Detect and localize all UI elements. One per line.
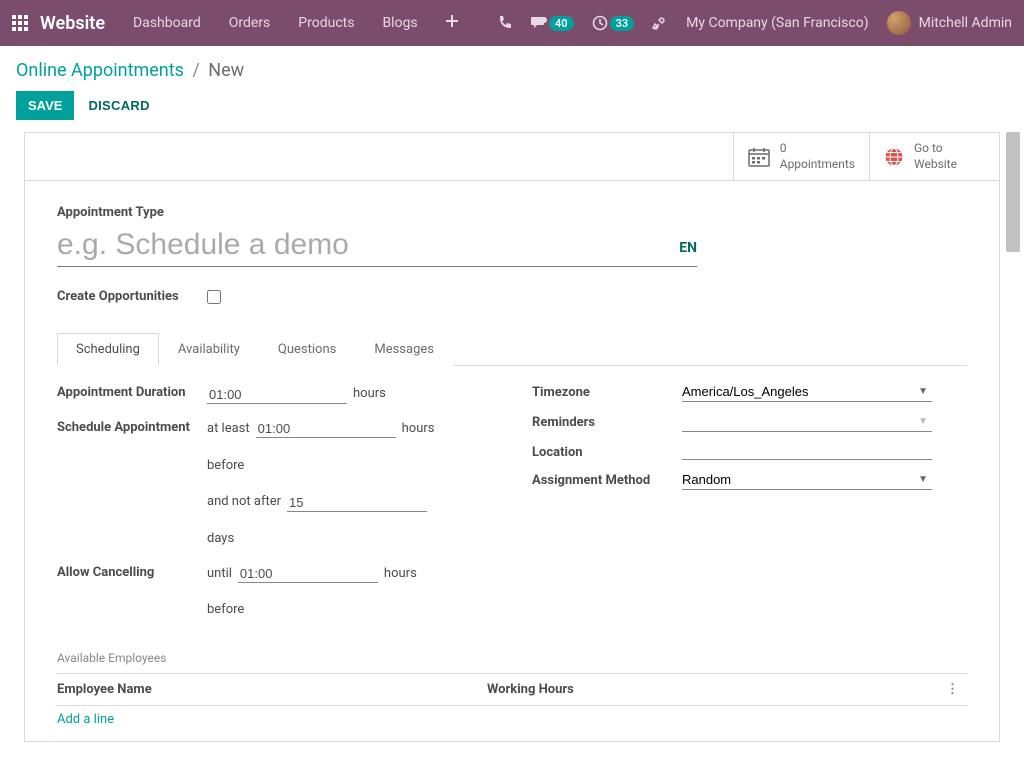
create-opportunities-label: Create Opportunities: [57, 289, 179, 304]
stat-label: Appointments: [780, 157, 855, 173]
user-name: Mitchell Admin: [919, 15, 1012, 31]
available-employees-section: Available Employees: [57, 651, 967, 665]
nav: Dashboard Orders Products Blogs: [133, 15, 458, 31]
timezone-label: Timezone: [532, 382, 682, 400]
goto-l2: Website: [914, 157, 957, 173]
sched-before: before: [207, 454, 244, 479]
breadcrumb-parent[interactable]: Online Appointments: [16, 60, 184, 81]
nav-dashboard[interactable]: Dashboard: [133, 15, 201, 31]
globe-icon: [884, 147, 904, 167]
add-line-link[interactable]: Add a line: [57, 706, 967, 733]
phone-icon[interactable]: [497, 15, 513, 31]
apps-icon[interactable]: [12, 15, 28, 31]
stat-bar: 0 Appointments Go to Website: [25, 133, 999, 181]
messages-count: 40: [549, 16, 574, 31]
duration-unit: hours: [353, 382, 386, 407]
chevron-down-icon[interactable]: ▼: [914, 470, 932, 489]
discard-button[interactable]: DISCARD: [88, 98, 149, 113]
messages-icon[interactable]: 40: [531, 16, 574, 31]
stat-count: 0: [780, 141, 855, 157]
col-working-hours: Working Hours: [487, 682, 938, 697]
activities-count: 33: [610, 16, 635, 31]
nav-blogs[interactable]: Blogs: [382, 15, 417, 31]
nav-new-icon[interactable]: [446, 15, 458, 31]
timezone-input[interactable]: [682, 382, 914, 401]
scrollbar[interactable]: [1006, 132, 1020, 766]
location-label: Location: [532, 442, 682, 460]
tab-messages[interactable]: Messages: [355, 333, 453, 366]
goto-l1: Go to: [914, 141, 957, 157]
sched-atleast-text: at least: [207, 417, 250, 442]
cancel-until-text: until: [207, 562, 232, 587]
duration-label: Appointment Duration: [57, 382, 207, 400]
company-selector[interactable]: My Company (San Francisco): [686, 15, 868, 31]
tabs: Scheduling Availability Questions Messag…: [57, 332, 967, 366]
cancel-hours: hours: [384, 562, 417, 587]
assignment-input[interactable]: [682, 470, 914, 489]
assignment-select[interactable]: ▼: [682, 470, 932, 490]
cancel-before: before: [207, 598, 244, 623]
sched-days: days: [207, 527, 234, 552]
stat-goto-website[interactable]: Go to Website: [869, 133, 999, 180]
lang-badge[interactable]: EN: [679, 240, 697, 266]
sched-atleast-input[interactable]: [256, 420, 396, 438]
cancel-label: Allow Cancelling: [57, 562, 207, 580]
topbar-right: 40 33 My Company (San Francisco) Mitchel…: [497, 11, 1012, 35]
location-input[interactable]: [682, 442, 932, 460]
timezone-select[interactable]: ▼: [682, 382, 932, 402]
nav-products[interactable]: Products: [298, 15, 354, 31]
action-bar: SAVE DISCARD: [0, 91, 1024, 132]
user-menu[interactable]: Mitchell Admin: [887, 11, 1012, 35]
tab-questions[interactable]: Questions: [259, 333, 355, 366]
stat-appointments[interactable]: 0 Appointments: [733, 133, 869, 180]
appointment-type-input[interactable]: [57, 226, 667, 266]
cancel-input[interactable]: [238, 565, 378, 583]
tools-icon[interactable]: [652, 15, 668, 31]
brand-label[interactable]: Website: [40, 13, 105, 34]
assignment-label: Assignment Method: [532, 470, 682, 488]
tab-availability[interactable]: Availability: [159, 333, 259, 366]
nav-orders[interactable]: Orders: [229, 15, 271, 31]
kebab-icon[interactable]: ⋮: [938, 682, 967, 697]
appointment-type-label: Appointment Type: [57, 205, 967, 220]
form-sheet: 0 Appointments Go to Website Appointment…: [24, 132, 1000, 742]
reminders-input[interactable]: [682, 412, 914, 431]
sched-hours: hours: [402, 417, 435, 442]
topbar: Website Dashboard Orders Products Blogs …: [0, 0, 1024, 46]
calendar-icon: [748, 147, 770, 167]
breadcrumb-sep: /: [192, 60, 199, 81]
tab-scheduling[interactable]: Scheduling: [57, 333, 159, 366]
col-employee-name: Employee Name: [57, 682, 487, 697]
reminders-select[interactable]: ▼: [682, 412, 932, 432]
duration-input[interactable]: [207, 386, 347, 404]
breadcrumb: Online Appointments / New: [0, 46, 1024, 91]
employees-table-head: Employee Name Working Hours ⋮: [57, 673, 967, 706]
chevron-down-icon[interactable]: ▼: [914, 382, 932, 401]
sched-notafter-input[interactable]: [287, 494, 427, 512]
schedule-label: Schedule Appointment: [57, 417, 207, 435]
reminders-label: Reminders: [532, 412, 682, 430]
create-opportunities-checkbox[interactable]: [207, 290, 221, 304]
save-button[interactable]: SAVE: [16, 91, 74, 120]
sched-notafter-text: and not after: [207, 490, 281, 515]
activities-icon[interactable]: 33: [592, 15, 635, 31]
chevron-down-icon[interactable]: ▼: [914, 412, 932, 431]
breadcrumb-current: New: [208, 60, 244, 81]
avatar: [887, 11, 911, 35]
